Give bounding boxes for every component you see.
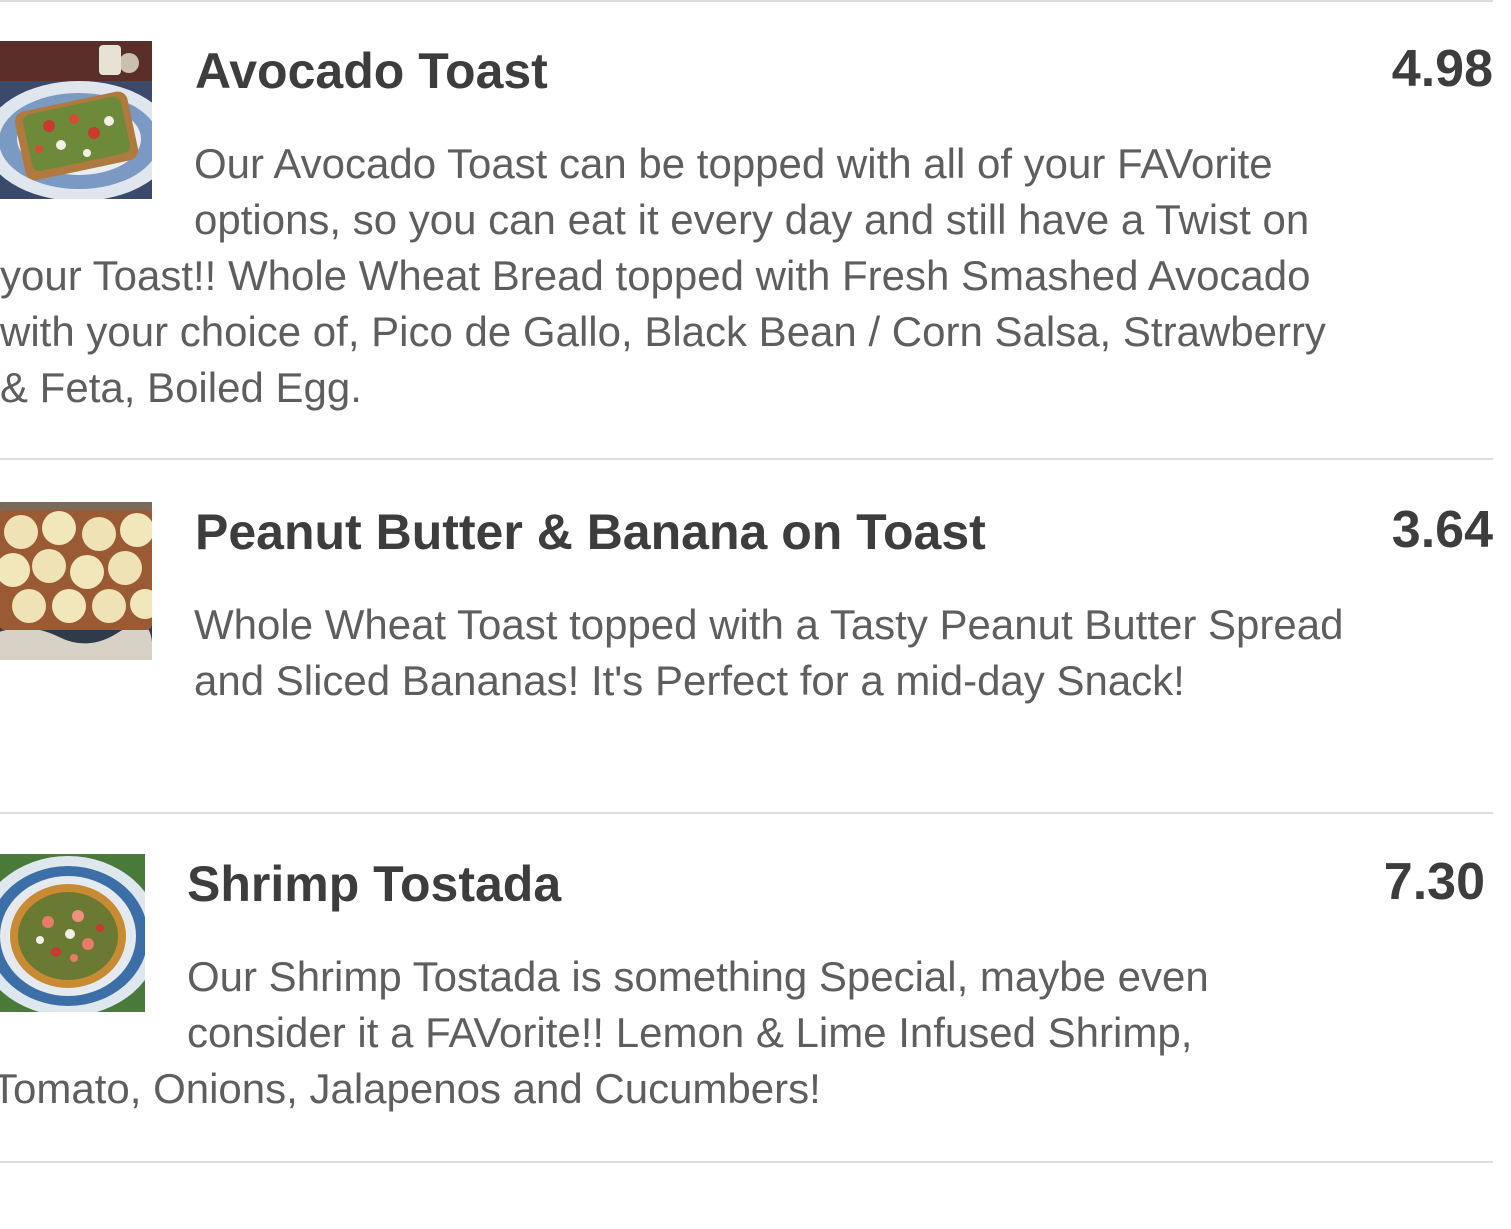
divider bbox=[0, 0, 1493, 2]
divider bbox=[0, 812, 1493, 814]
divider bbox=[0, 1161, 1493, 1163]
item-price: 7.30 bbox=[1383, 853, 1485, 911]
item-price: 3.64 bbox=[1391, 501, 1493, 559]
avocado-toast-photo[interactable] bbox=[0, 41, 152, 199]
menu-item-avocado-toast[interactable]: Avocado Toast 4.98 Our Avocado Toast can… bbox=[0, 41, 1500, 416]
menu-item-peanut-butter-banana-toast[interactable]: Peanut Butter & Banana on Toast 3.64 Who… bbox=[0, 502, 1500, 709]
divider bbox=[0, 458, 1493, 460]
menu-item-shrimp-tostada[interactable]: Shrimp Tostada 7.30 Our Shrimp Tostada i… bbox=[0, 854, 1492, 1117]
peanut-butter-banana-toast-photo[interactable] bbox=[0, 502, 152, 660]
shrimp-tostada-photo[interactable] bbox=[0, 854, 145, 1012]
item-title[interactable]: Peanut Butter & Banana on Toast bbox=[195, 504, 986, 560]
item-price: 4.98 bbox=[1391, 40, 1493, 98]
menu-item-list: Avocado Toast 4.98 Our Avocado Toast can… bbox=[0, 0, 1511, 1229]
item-title[interactable]: Avocado Toast bbox=[195, 43, 548, 99]
item-title[interactable]: Shrimp Tostada bbox=[187, 856, 561, 912]
